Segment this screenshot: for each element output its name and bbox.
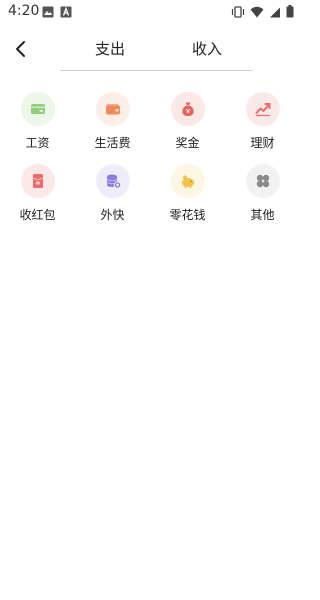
four-dots-icon [256,174,269,188]
status-right-icons [231,5,294,18]
battery-icon [286,5,294,18]
a-icon [60,6,72,18]
tab-underline [60,70,253,71]
category-side-income[interactable]: 外快 [75,164,150,222]
category-label: 其他 [250,208,275,222]
chevron-left-icon [16,41,25,57]
status-left-icons [42,6,72,18]
category-bonus[interactable]: 奖金 [150,92,225,150]
status-time: 4:20 [8,3,40,19]
category-icon-circle [170,164,205,198]
vibrate-icon [231,5,245,18]
image-icon [42,6,54,18]
signal-icon [269,6,281,18]
category-living-expense[interactable]: 生活费 [75,92,150,150]
category-label: 工资 [25,136,50,150]
category-grid: 工资 生活费 奖金 理财 收红包 外快 零花钱 其他 [0,92,300,222]
tab-income[interactable]: 收入 [192,38,222,59]
coin-stack-icon [106,174,121,189]
wallet-card-icon [30,104,45,114]
category-label: 收红包 [19,208,56,222]
trend-up-icon [255,103,270,117]
category-red-envelope[interactable]: 收红包 [0,164,75,222]
wifi-icon [250,6,264,18]
red-envelope-icon [32,174,43,188]
category-label: 零花钱 [169,208,206,222]
category-salary[interactable]: 工资 [0,92,75,150]
header: 支出 收入 [0,30,300,72]
back-button[interactable] [10,38,32,60]
category-finance[interactable]: 理财 [225,92,300,150]
category-label: 外快 [100,208,125,222]
piggy-bank-icon [181,175,194,188]
status-bar: 4:20 [0,0,300,24]
purse-icon [105,104,120,115]
category-icon-circle [170,92,205,126]
category-label: 奖金 [175,136,200,150]
category-other[interactable]: 其他 [225,164,300,222]
category-label: 理财 [250,136,275,150]
category-icon-circle [20,92,55,126]
category-icon-circle [95,92,130,126]
category-icon-circle [245,92,280,126]
money-bag-icon [181,102,194,116]
category-label: 生活费 [94,136,131,150]
category-icon-circle [20,164,55,198]
category-icon-circle [95,164,130,198]
category-icon-circle [245,164,280,198]
category-pocket-money[interactable]: 零花钱 [150,164,225,222]
tab-expense[interactable]: 支出 [95,38,125,59]
